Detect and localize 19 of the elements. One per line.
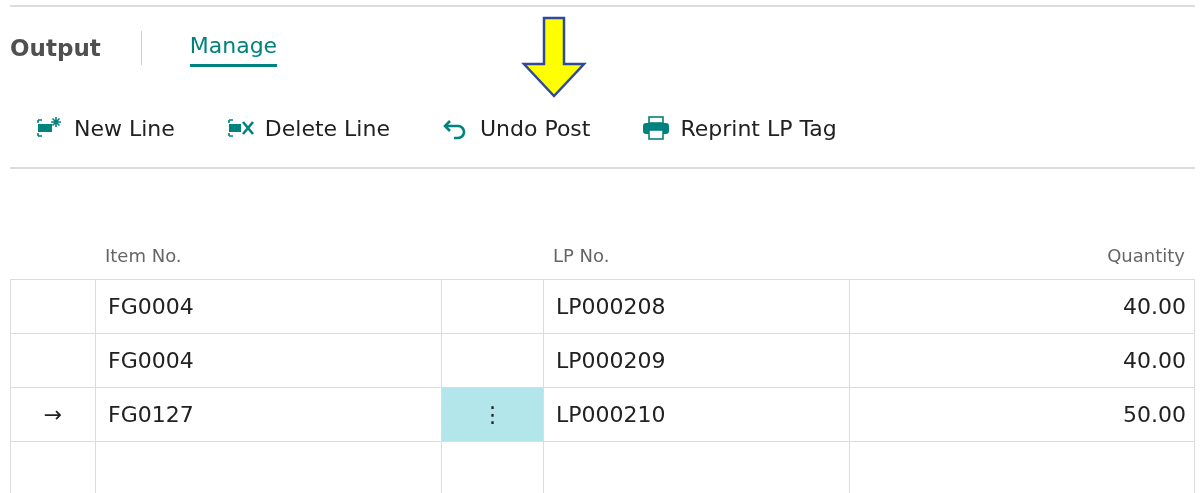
down-arrow-icon <box>520 16 588 98</box>
table-cell: 50.00 <box>849 387 1195 441</box>
column-header[interactable]: Quantity <box>1107 241 1185 269</box>
action-button[interactable]: Delete Line <box>224 111 390 145</box>
table-cell: LP000210 <box>543 387 849 441</box>
column-header[interactable]: Item No. <box>105 241 182 269</box>
table-cell: FG0004 <box>95 279 441 333</box>
row-menu-button[interactable]: ⋮ <box>441 387 543 441</box>
tab[interactable]: Manage <box>189 29 278 67</box>
table-cell: FG0004 <box>95 333 441 387</box>
table-cell: 40.00 <box>849 279 1195 333</box>
table-cell: LP000208 <box>543 279 849 333</box>
page-title: Output <box>10 31 142 65</box>
action-button[interactable]: Reprint LP Tag <box>640 111 837 145</box>
column-header[interactable]: LP No. <box>553 241 610 269</box>
table-cell: LP000209 <box>543 333 849 387</box>
action-button[interactable]: Undo Post <box>439 111 591 145</box>
table-cell: 40.00 <box>849 333 1195 387</box>
action-button[interactable]: New Line <box>34 111 175 145</box>
